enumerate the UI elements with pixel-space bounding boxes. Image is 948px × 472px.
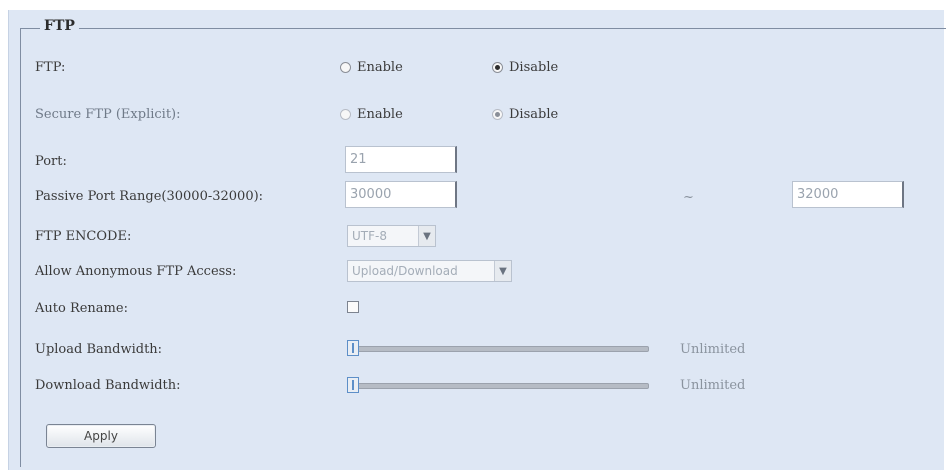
secure-ftp-disable-option[interactable]: Disable xyxy=(492,107,558,122)
ftp-enable-radio[interactable] xyxy=(340,62,351,73)
ftp-disable-label: Disable xyxy=(509,60,559,75)
secure-ftp-disable-label: Disable xyxy=(509,107,559,122)
ftp-encode-label: FTP ENCODE: xyxy=(35,229,132,244)
ftp-encode-value: UTF-8 xyxy=(352,229,387,243)
download-bandwidth-slider[interactable] xyxy=(347,377,652,393)
download-bandwidth-track xyxy=(351,383,649,389)
auto-rename-checkbox[interactable] xyxy=(347,301,359,313)
ftp-disable-option[interactable]: Disable xyxy=(492,60,558,75)
port-label: Port: xyxy=(35,154,67,169)
auto-rename-label: Auto Rename: xyxy=(35,301,128,316)
secure-ftp-enable-label: Enable xyxy=(357,107,403,122)
chevron-down-icon[interactable]: ▼ xyxy=(494,261,511,281)
secure-ftp-label: Secure FTP (Explicit): xyxy=(35,107,181,122)
ftp-encode-select[interactable]: UTF-8 ▼ xyxy=(347,225,436,247)
secure-ftp-enable-radio[interactable] xyxy=(340,109,351,120)
anonymous-access-label: Allow Anonymous FTP Access: xyxy=(35,264,237,279)
secure-ftp-enable-option[interactable]: Enable xyxy=(340,107,403,122)
upload-bandwidth-slider[interactable] xyxy=(347,340,652,356)
download-bandwidth-value: Unlimited xyxy=(680,378,746,393)
passive-port-start-input[interactable]: 30000 xyxy=(345,181,457,208)
upload-bandwidth-track xyxy=(351,346,649,352)
secure-ftp-disable-radio[interactable] xyxy=(492,109,503,120)
download-bandwidth-label: Download Bandwidth: xyxy=(35,378,181,393)
ftp-disable-radio[interactable] xyxy=(492,62,503,73)
ftp-legend: FTP xyxy=(40,18,79,34)
anonymous-access-value: Upload/Download xyxy=(352,264,458,278)
apply-button[interactable]: Apply xyxy=(46,424,156,448)
ftp-fieldset xyxy=(20,28,946,467)
passive-port-end-input[interactable]: 32000 xyxy=(792,181,904,208)
upload-bandwidth-value: Unlimited xyxy=(680,342,746,357)
ftp-label: FTP: xyxy=(35,60,66,75)
ftp-settings-page: FTP FTP: Enable Disable Secure FTP (Expl… xyxy=(0,0,948,472)
ftp-enable-option[interactable]: Enable xyxy=(340,60,403,75)
upload-bandwidth-label: Upload Bandwidth: xyxy=(35,342,163,357)
ftp-enable-label: Enable xyxy=(357,60,403,75)
passive-port-range-label: Passive Port Range(30000-32000): xyxy=(35,189,264,204)
slider-thumb-icon[interactable] xyxy=(347,340,359,356)
port-range-separator: ~ xyxy=(683,190,694,205)
anonymous-access-select[interactable]: Upload/Download ▼ xyxy=(347,260,512,282)
slider-thumb-icon[interactable] xyxy=(347,377,359,393)
port-input[interactable]: 21 xyxy=(345,146,457,173)
chevron-down-icon[interactable]: ▼ xyxy=(418,226,435,246)
